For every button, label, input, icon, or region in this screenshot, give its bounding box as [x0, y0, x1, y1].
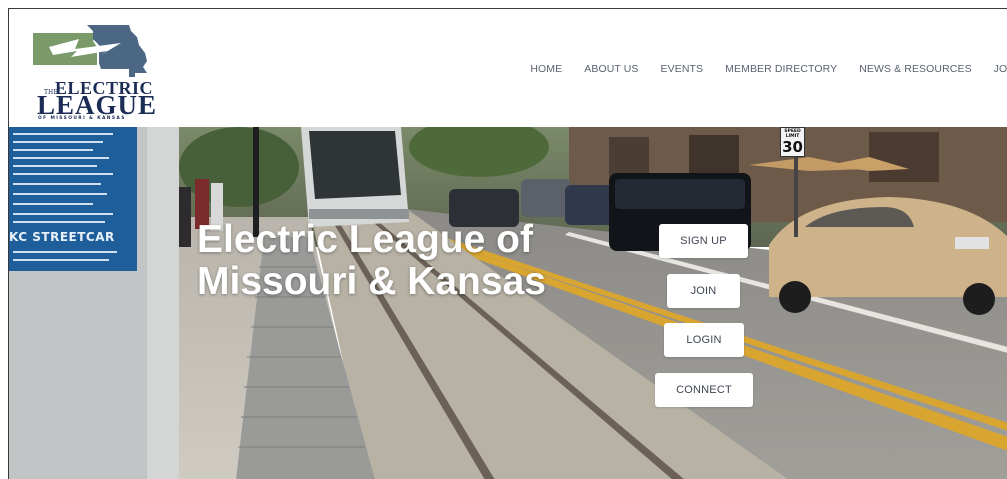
- logo-subtitle: OF MISSOURI & KANSAS: [38, 116, 126, 121]
- hero-background-image: [9, 127, 1007, 479]
- logo-map-icon: [33, 25, 147, 77]
- main-nav: HOME ABOUT US EVENTS MEMBER DIRECTORY NE…: [508, 63, 1007, 75]
- connect-button[interactable]: CONNECT: [655, 373, 753, 407]
- signup-button[interactable]: SIGN UP: [659, 224, 748, 258]
- nav-join[interactable]: JOIN: [994, 63, 1007, 75]
- nav-events[interactable]: EVENTS: [661, 63, 704, 75]
- join-button[interactable]: JOIN: [667, 274, 740, 308]
- speed-limit-sign: SPEED LIMIT 30: [780, 127, 805, 157]
- nav-member-directory[interactable]: MEMBER DIRECTORY: [725, 63, 837, 75]
- speed-limit-value: 30: [782, 138, 803, 156]
- login-button[interactable]: LOGIN: [664, 323, 744, 357]
- hero-title-line2: Missouri & Kansas: [197, 260, 546, 303]
- hero-banner: KC STREETCAR SPEED LIMIT 30 Electric Lea…: [9, 127, 1007, 479]
- hero-title: Electric League of Missouri & Kansas: [197, 219, 617, 303]
- site-header: THE ELECTRIC LEAGUE OF MISSOURI & KANSAS…: [9, 9, 1007, 127]
- nav-home[interactable]: HOME: [530, 63, 562, 75]
- nav-about-us[interactable]: ABOUT US: [584, 63, 638, 75]
- logo-league-text: LEAGUE: [37, 90, 158, 120]
- nav-news-resources[interactable]: NEWS & RESOURCES: [859, 63, 971, 75]
- hero-title-line1: Electric League of: [197, 218, 533, 261]
- site-logo[interactable]: THE ELECTRIC LEAGUE OF MISSOURI & KANSAS: [31, 23, 156, 121]
- browser-viewport: THE ELECTRIC LEAGUE OF MISSOURI & KANSAS…: [8, 8, 1007, 479]
- streetcar-sign-text: KC STREETCAR: [9, 230, 115, 244]
